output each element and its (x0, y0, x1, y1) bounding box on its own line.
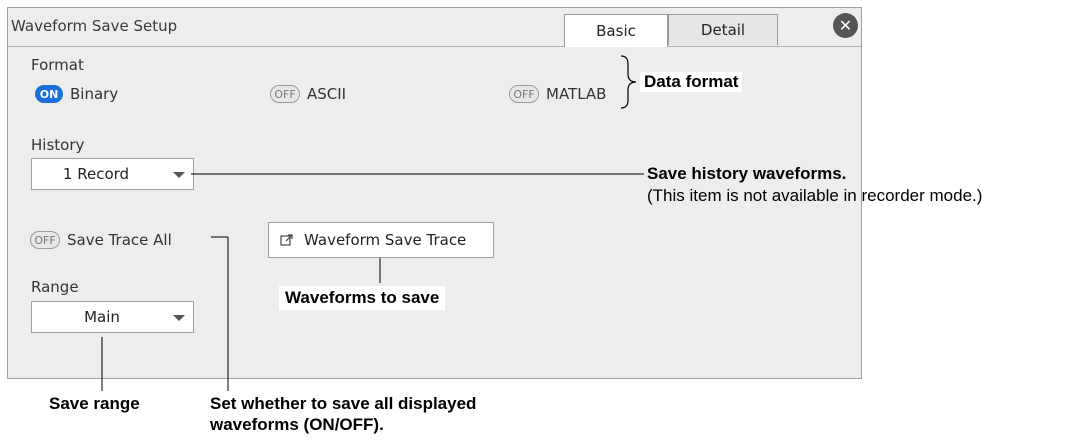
annotation-data-format: Data format (640, 72, 743, 92)
annotation-save-trace-all-line1: Set whether to save all displayed (210, 394, 477, 413)
annotation-waveforms-to-save: Waveforms to save (279, 286, 446, 310)
annotation-save-trace-all-line2: waveforms (ON/OFF). (210, 415, 384, 434)
annotation-save-range: Save range (49, 394, 140, 413)
annotation-save-history: Save history waveforms. (647, 164, 847, 183)
annotation-save-history-note: (This item is not available in recorder … (647, 186, 983, 205)
annotation-lines (101, 55, 644, 391)
